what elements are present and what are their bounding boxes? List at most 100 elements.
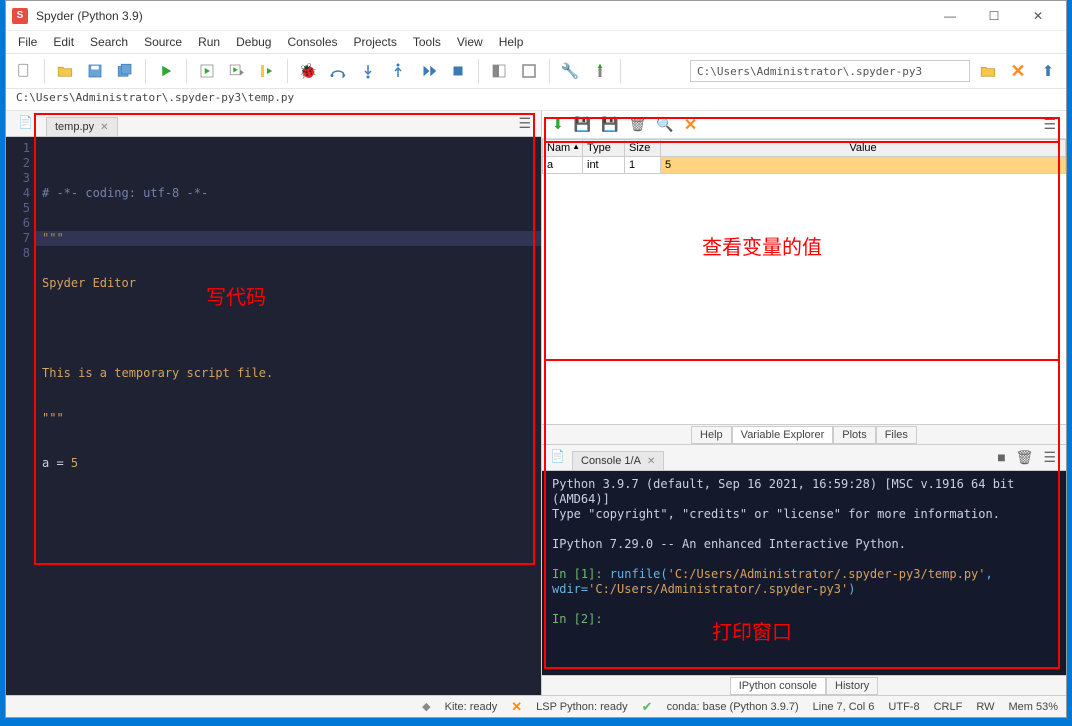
- run-cell-advance-icon[interactable]: [225, 59, 249, 83]
- new-file-icon[interactable]: [12, 59, 36, 83]
- tab-ipython-console[interactable]: IPython console: [730, 677, 826, 695]
- status-cursor: Line 7, Col 6: [813, 701, 875, 713]
- variable-blank-area: [542, 174, 1066, 424]
- col-value[interactable]: Value: [661, 140, 1066, 157]
- continue-icon[interactable]: [416, 59, 440, 83]
- menu-help[interactable]: Help: [493, 33, 530, 51]
- window-title: Spyder (Python 3.9): [36, 9, 928, 23]
- save-all-icon[interactable]: [113, 59, 137, 83]
- search-icon[interactable]: 🔍: [656, 116, 673, 133]
- console-options-icon[interactable]: ☰: [1043, 449, 1056, 466]
- menu-edit[interactable]: Edit: [47, 33, 80, 51]
- tab-history[interactable]: History: [826, 677, 878, 695]
- maximize-pane-icon[interactable]: [487, 59, 511, 83]
- menu-source[interactable]: Source: [138, 33, 188, 51]
- tab-files[interactable]: Files: [876, 426, 917, 444]
- var-value: 5: [661, 157, 1066, 174]
- ve-options-icon[interactable]: ☰: [1043, 116, 1056, 133]
- menu-debug[interactable]: Debug: [230, 33, 277, 51]
- remove-console-icon[interactable]: 🗑: [1016, 449, 1034, 466]
- cwd-browse-icon[interactable]: [976, 59, 1000, 83]
- code-editor[interactable]: 12345678 # -*- coding: utf-8 -*- """ Spy…: [6, 137, 541, 695]
- status-eol: CRLF: [934, 701, 963, 713]
- menu-file[interactable]: File: [12, 33, 43, 51]
- variable-explorer-toolbar: ⬇ 💾 💾 🗑 🔍 ✕ ☰: [542, 111, 1066, 139]
- parent-dir-icon[interactable]: ⬆: [1036, 59, 1060, 83]
- status-conda: conda: base (Python 3.9.7): [667, 701, 799, 713]
- run-icon[interactable]: [154, 59, 178, 83]
- pythonpath-icon[interactable]: [588, 59, 612, 83]
- import-icon[interactable]: ⬇: [552, 116, 564, 133]
- file-path-bar: C:\Users\Administrator\.spyder-py3\temp.…: [6, 89, 1066, 111]
- menubar: File Edit Search Source Run Debug Consol…: [6, 31, 1066, 53]
- console-pane: 📄 Console 1/A ✕ ■ 🗑 ☰ Python 3.9.7 (defa…: [542, 444, 1066, 695]
- menu-tools[interactable]: Tools: [407, 33, 447, 51]
- editor-pane: 📄 temp.py ✕ ☰ 12345678 # -*- coding: utf…: [6, 111, 542, 695]
- toolbar: 🐞 🔧 ✕ ⬆: [6, 53, 1066, 89]
- editor-tab-temp[interactable]: temp.py ✕: [46, 117, 118, 136]
- save-icon[interactable]: [83, 59, 107, 83]
- step-out-icon[interactable]: [386, 59, 410, 83]
- stop-kernel-icon[interactable]: ■: [997, 449, 1005, 466]
- menu-consoles[interactable]: Consoles: [281, 33, 343, 51]
- menu-view[interactable]: View: [451, 33, 489, 51]
- editor-tab-label: temp.py: [55, 121, 94, 133]
- statusbar: ◆ Kite: ready ✕ LSP Python: ready ✔ cond…: [6, 695, 1066, 717]
- col-name[interactable]: Nam▲: [543, 140, 583, 157]
- console-kernel-icon[interactable]: 📄: [550, 449, 565, 463]
- file-browser-icon[interactable]: 📄: [18, 115, 36, 133]
- right-bottom-tabs: IPython console History: [542, 675, 1066, 695]
- preferences-icon[interactable]: 🔧: [558, 59, 582, 83]
- debug-icon[interactable]: 🐞: [296, 59, 320, 83]
- maximize-button[interactable]: ☐: [972, 2, 1016, 30]
- kite-icon: ◆: [422, 700, 430, 713]
- run-cell-icon[interactable]: [195, 59, 219, 83]
- lsp-status-icon: ✕: [511, 699, 522, 715]
- app-window: S Spyder (Python 3.9) — ☐ ✕ File Edit Se…: [5, 0, 1067, 718]
- status-lsp: LSP Python: ready: [536, 701, 628, 713]
- menu-search[interactable]: Search: [84, 33, 134, 51]
- console-tab-close-icon[interactable]: ✕: [647, 456, 655, 467]
- conda-status-icon: ✔: [642, 699, 653, 715]
- save-data-icon[interactable]: 💾: [574, 116, 591, 133]
- line-gutter: 12345678: [6, 137, 36, 695]
- var-name: a: [543, 157, 583, 174]
- cwd-input[interactable]: [690, 60, 970, 82]
- clear-cwd-icon[interactable]: ✕: [1006, 59, 1030, 83]
- open-file-icon[interactable]: [53, 59, 77, 83]
- refresh-icon[interactable]: ✕: [684, 115, 697, 135]
- status-mem: Mem 53%: [1008, 701, 1058, 713]
- minimize-button[interactable]: —: [928, 2, 972, 30]
- status-kite: Kite: ready: [445, 701, 498, 713]
- step-over-icon[interactable]: [326, 59, 350, 83]
- variable-row[interactable]: a int 1 5: [543, 157, 1066, 174]
- close-button[interactable]: ✕: [1016, 2, 1060, 30]
- titlebar: S Spyder (Python 3.9) — ☐ ✕: [6, 1, 1066, 31]
- col-type[interactable]: Type: [583, 140, 625, 157]
- col-size[interactable]: Size: [625, 140, 661, 157]
- fullscreen-icon[interactable]: [517, 59, 541, 83]
- delete-icon[interactable]: 🗑: [629, 116, 647, 133]
- console-tabbar: 📄 Console 1/A ✕ ■ 🗑 ☰: [542, 445, 1066, 471]
- variable-table[interactable]: Nam▲ Type Size Value a int 1 5: [542, 139, 1066, 174]
- run-selection-icon[interactable]: [255, 59, 279, 83]
- status-encoding: UTF-8: [888, 701, 919, 713]
- editor-options-icon[interactable]: ☰: [518, 115, 531, 132]
- console-output[interactable]: Python 3.9.7 (default, Sep 16 2021, 16:5…: [542, 471, 1066, 675]
- stop-debug-icon[interactable]: [446, 59, 470, 83]
- console-tab[interactable]: Console 1/A ✕: [572, 451, 664, 470]
- var-type: int: [583, 157, 625, 174]
- code-area[interactable]: # -*- coding: utf-8 -*- """ Spyder Edito…: [36, 137, 541, 695]
- menu-run[interactable]: Run: [192, 33, 226, 51]
- right-top-tabs: Help Variable Explorer Plots Files: [542, 424, 1066, 444]
- editor-tabbar: 📄 temp.py ✕ ☰: [6, 111, 541, 137]
- step-into-icon[interactable]: [356, 59, 380, 83]
- console-tab-label: Console 1/A: [581, 455, 641, 467]
- tab-variable-explorer[interactable]: Variable Explorer: [732, 426, 834, 444]
- tab-close-icon[interactable]: ✕: [100, 122, 108, 133]
- menu-projects[interactable]: Projects: [348, 33, 403, 51]
- tab-plots[interactable]: Plots: [833, 426, 875, 444]
- spyder-logo-icon: S: [12, 8, 28, 24]
- tab-help[interactable]: Help: [691, 426, 732, 444]
- save-as-icon[interactable]: 💾: [601, 116, 618, 133]
